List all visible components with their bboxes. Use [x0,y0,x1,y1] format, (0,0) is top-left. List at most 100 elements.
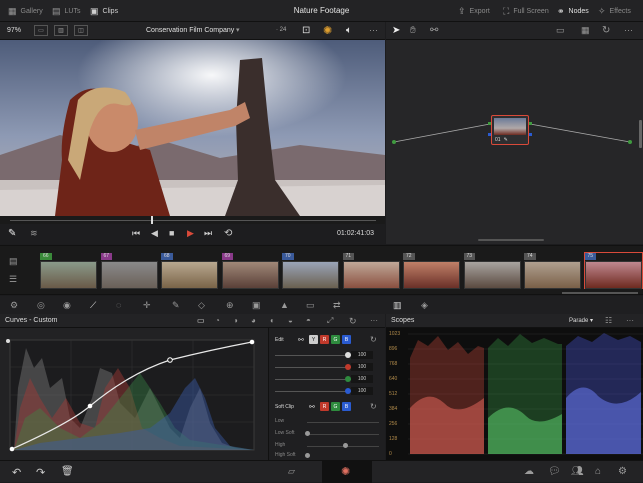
output-port[interactable] [628,140,632,144]
layers-icon[interactable]: ≋ [30,228,38,239]
split-view-icon[interactable]: ▥ [54,25,68,36]
camera-raw-icon[interactable]: ⚙ [10,300,18,311]
red-slider[interactable]: 100 [275,362,383,372]
step-back-icon[interactable]: ◀ [151,228,158,239]
link-icon[interactable]: ⚯ [298,336,304,344]
scope-more-icon[interactable]: ··· [626,316,634,325]
wipe-view-icon[interactable]: ◫ [74,25,88,36]
full-screen-button[interactable]: ⛶ Full Screen [503,6,549,17]
more-options-icon[interactable]: ··· [369,25,378,35]
expand-icon[interactable]: ⤢ [327,316,333,326]
audio-icon[interactable]: 🔈︎ [346,25,352,36]
node-scrollbar[interactable] [478,239,544,241]
timeline-view-icon[interactable]: ▤ [9,256,18,267]
input-port[interactable] [392,140,396,144]
timeline-clip[interactable]: 69 [221,253,279,289]
timeline-clip[interactable]: 75 [583,252,643,289]
lum-sat-icon[interactable]: ◐ [270,316,275,325]
home-icon[interactable]: ⌂ [595,466,601,477]
timeline-clip[interactable]: 67 [100,253,158,289]
scrubber-bar[interactable] [0,216,385,224]
curves-more-icon[interactable]: ··· [370,316,378,325]
stop-icon[interactable]: ■ [169,228,174,238]
soft-low-row[interactable]: Low [275,417,383,427]
timeline-settings-icon[interactable]: ☰ [9,274,17,285]
soft-high-soft-row[interactable]: High Soft [275,452,383,460]
video-viewer[interactable] [0,40,385,216]
collaborators-icon[interactable]: 👥︎ [571,466,584,477]
soft-r-chip[interactable]: R [320,402,329,411]
blur-icon[interactable]: ▣ [252,300,261,311]
edit-reset-icon[interactable]: ↻ [370,335,377,344]
delete-icon[interactable]: 🗑︎ [61,466,74,477]
curves-reset-icon[interactable]: ↻ [349,316,357,327]
soft-clip-link-icon[interactable]: ⚯ [309,403,315,411]
channel-g-chip[interactable]: G [331,335,340,344]
redo-icon[interactable]: ↷ [36,466,45,479]
curve-point-black[interactable] [9,446,15,452]
pointer-icon[interactable]: ➤ [392,25,400,36]
color-page-tab[interactable]: ✺ [322,461,372,483]
tracker-icon[interactable]: ⊕ [226,300,234,311]
node-01[interactable]: 01 ✎ [491,115,529,145]
curve-point-shadow[interactable] [87,403,93,409]
curves-graph[interactable] [0,328,268,460]
soft-high-row[interactable]: High [275,441,383,451]
channel-b-chip[interactable]: B [342,335,351,344]
custom-curve-icon[interactable]: ▭ [197,316,205,325]
timeline-clip[interactable]: 71 [342,253,400,289]
node-view-icon[interactable]: ▭ [556,25,565,36]
single-view-icon[interactable]: ▭ [34,25,48,36]
curve-handle[interactable] [6,339,10,343]
color-wheels-icon[interactable]: ◉ [63,300,71,311]
reset-icon[interactable]: ↻ [602,25,610,36]
scopes-tool-icon[interactable]: ▥ [393,300,402,311]
key-icon[interactable]: ▲ [280,300,289,310]
scope-mode-dropdown[interactable]: Parade ▾ [569,317,593,324]
hue-hue-icon[interactable]: ◔ [215,316,220,325]
curve-point-white[interactable] [249,339,255,345]
chat-icon[interactable]: 💬︎ [548,466,561,477]
hue-sat-icon[interactable]: ◑ [233,316,238,325]
node-editor[interactable]: 01 ✎ [386,40,643,244]
hand-icon[interactable]: ✋︎ [410,25,416,36]
color-warper-icon[interactable]: ◌ [116,300,121,310]
soft-low-soft-row[interactable]: Low Soft [275,429,383,439]
soft-g-chip[interactable]: G [331,402,340,411]
node-grid-icon[interactable]: ▦ [581,25,590,36]
timeline-scrollbar[interactable] [562,292,638,294]
eyedropper-icon[interactable]: ✎ [8,228,16,239]
soft-clip-reset-icon[interactable]: ↻ [370,402,377,411]
sat-lum-icon[interactable]: ◓ [306,316,311,325]
qualifier-icon[interactable]: ✛ [143,300,151,311]
skip-forward-icon[interactable]: ⏭ [204,228,212,239]
eyedropper-tool-icon[interactable]: ✎ [172,300,180,311]
hue-lum-icon[interactable]: ◕ [251,316,256,325]
zoom-level[interactable]: 97% [7,27,21,34]
info-tool-icon[interactable]: ◈ [421,300,428,311]
timeline-clip[interactable]: 70 [282,253,339,289]
channel-r-chip[interactable]: R [320,335,329,344]
window-icon[interactable]: ◇ [198,300,205,311]
highlight-icon[interactable]: ⊡ [302,25,310,36]
playhead[interactable] [151,216,153,224]
connect-icon[interactable]: ⚯ [430,25,438,36]
green-slider[interactable]: 100 [275,374,383,384]
sat-sat-icon[interactable]: ◒ [288,316,293,325]
edit-page-icon[interactable]: ▱ [288,466,295,477]
blue-slider[interactable]: 100 [275,386,383,396]
color-wheel-icon[interactable]: ✺ [323,24,332,37]
blue-value[interactable]: 100 [351,387,373,395]
clip-dropdown-icon[interactable]: ▾ [236,26,240,34]
loop-icon[interactable]: ⟲ [224,228,232,239]
play-icon[interactable]: ▶ [187,228,194,239]
luma-value[interactable]: 100 [351,351,373,359]
cloud-icon[interactable]: ☁ [524,466,534,477]
sizing-icon[interactable]: ▭ [306,300,315,311]
red-value[interactable]: 100 [351,363,373,371]
timeline-clip[interactable]: 74 [524,253,581,289]
effects-tab[interactable]: ✧ Effects [598,6,631,17]
timeline-clip[interactable]: 72 [403,253,460,289]
curves-icon[interactable]: ⟋ [90,300,96,311]
luma-slider[interactable]: 100 [275,350,383,360]
